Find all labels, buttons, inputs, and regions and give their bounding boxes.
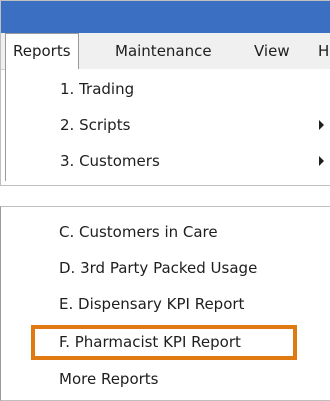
app-window-top: Reports Maintenance View H 1. Trading 2.…	[0, 0, 330, 186]
menu-help-partial[interactable]: H	[312, 33, 330, 69]
reports-submenu: C. Customers in Care D. 3rd Party Packed…	[0, 206, 330, 401]
title-bar	[1, 1, 330, 33]
menu-reports[interactable]: Reports	[5, 33, 79, 70]
submenu-arrow-icon	[319, 156, 324, 166]
menu-item-trading[interactable]: 1. Trading	[60, 71, 134, 107]
reports-dropdown: 1. Trading 2. Scripts 3. Customers	[5, 69, 330, 181]
menu-maintenance[interactable]: Maintenance	[109, 33, 218, 69]
menu-view[interactable]: View	[248, 33, 296, 69]
menu-item-3rd-party-packed-usage[interactable]: D. 3rd Party Packed Usage	[59, 250, 257, 286]
menu-item-scripts[interactable]: 2. Scripts	[60, 107, 130, 143]
menu-item-more-reports[interactable]: More Reports	[59, 361, 159, 397]
menu-item-customers-in-care[interactable]: C. Customers in Care	[59, 214, 218, 250]
menu-item-dispensary-kpi-report[interactable]: E. Dispensary KPI Report	[59, 286, 244, 322]
submenu-arrow-icon	[319, 120, 324, 130]
menu-bar: Reports Maintenance View H	[1, 33, 330, 70]
menu-item-pharmacist-kpi-report[interactable]: F. Pharmacist KPI Report	[59, 324, 241, 360]
menu-item-customers[interactable]: 3. Customers	[60, 143, 160, 179]
